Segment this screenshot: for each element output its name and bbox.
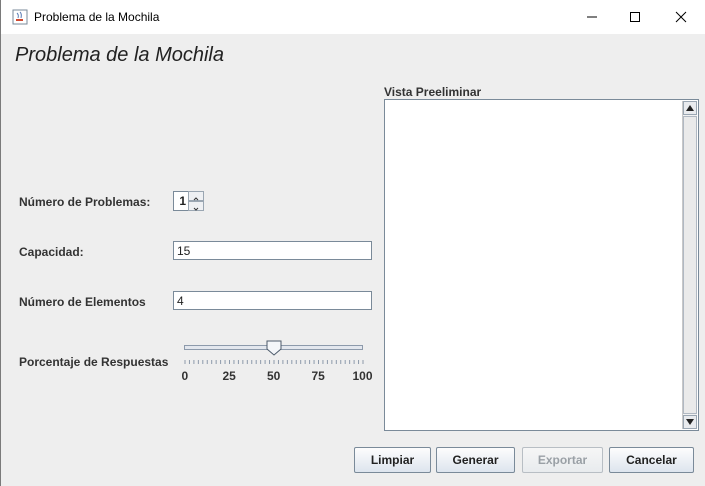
- tick-label: 50: [267, 369, 281, 383]
- maximize-icon: [630, 12, 640, 22]
- minimize-icon: [587, 16, 597, 18]
- capacity-label: Capacidad:: [19, 245, 84, 259]
- triangle-up-icon: [686, 105, 694, 111]
- java-cup-icon: [12, 9, 28, 25]
- percent-label: Porcentaje de Respuestas: [19, 355, 169, 369]
- num-elements-label: Número de Elementos: [19, 295, 146, 309]
- percent-slider[interactable]: 0 25 50 75 100: [179, 338, 373, 383]
- tick-label: 100: [352, 369, 373, 383]
- tick-label: 25: [222, 369, 236, 383]
- spinner-down-button[interactable]: [188, 201, 204, 211]
- scroll-up-button[interactable]: [683, 101, 697, 115]
- slider-tick-marks: [184, 360, 364, 364]
- tick-label: 0: [181, 369, 189, 383]
- cancel-button[interactable]: Cancelar: [609, 447, 694, 473]
- minimize-button[interactable]: [569, 0, 615, 34]
- arrow-down-icon: [193, 207, 199, 211]
- spinner-up-button[interactable]: [188, 191, 204, 201]
- close-icon: [675, 11, 687, 23]
- capacity-field[interactable]: 15: [173, 241, 372, 260]
- scroll-down-button[interactable]: [683, 415, 697, 429]
- maximize-button[interactable]: [612, 0, 658, 34]
- num-elements-field[interactable]: 4: [173, 291, 372, 310]
- close-button[interactable]: [658, 0, 704, 34]
- generate-button[interactable]: Generar: [436, 447, 515, 473]
- scrollbar-track[interactable]: [683, 116, 697, 414]
- window-title: Problema de la Mochila: [34, 10, 160, 24]
- preview-label: Vista Preeliminar: [384, 85, 482, 99]
- export-button[interactable]: Exportar: [522, 447, 603, 473]
- clear-button[interactable]: Limpiar: [354, 447, 431, 473]
- tick-label: 75: [311, 369, 325, 383]
- num-problems-label: Número de Problemas:: [19, 195, 151, 209]
- page-title: Problema de la Mochila: [15, 44, 224, 66]
- num-problems-value[interactable]: 1: [173, 191, 188, 211]
- title-bar: Problema de la Mochila: [1, 0, 705, 34]
- app-window: Problema de la Mochila Problema de la Mo…: [0, 0, 705, 486]
- vertical-scrollbar[interactable]: [682, 101, 697, 429]
- preview-text-area[interactable]: [384, 99, 699, 431]
- triangle-down-icon: [686, 419, 694, 425]
- slider-thumb[interactable]: [266, 340, 282, 356]
- num-problems-spinner[interactable]: 1: [173, 191, 205, 211]
